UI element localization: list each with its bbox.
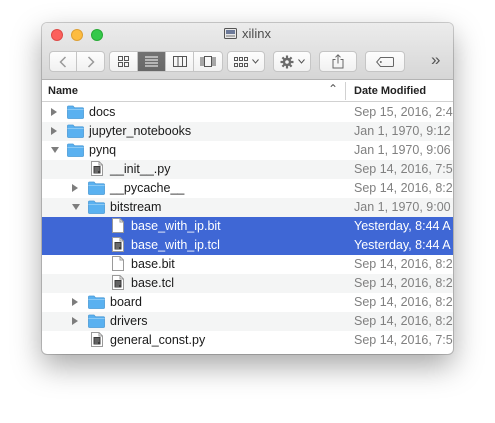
disk-icon bbox=[224, 28, 238, 39]
folder-icon bbox=[67, 124, 84, 138]
file-name: docs bbox=[89, 105, 116, 119]
file-list: docs Sep 15, 2016, 2:4 jupyter_notebooks Ja… bbox=[42, 103, 453, 350]
sort-ascending-icon[interactable]: ⌃ bbox=[328, 82, 338, 96]
toolbar-overflow-button[interactable]: » bbox=[431, 50, 440, 70]
file-row[interactable]: __pycache__ Sep 14, 2016, 8:2 bbox=[42, 179, 453, 198]
disclosure-closed-icon[interactable] bbox=[51, 127, 57, 135]
file-date-modified: Jan 1, 1970, 9:06 bbox=[354, 143, 451, 157]
file-date-modified: Yesterday, 8:44 A bbox=[354, 238, 451, 252]
icon-view-icon bbox=[118, 56, 129, 67]
file-name: __init__.py bbox=[110, 162, 171, 176]
blank-file-icon bbox=[112, 218, 124, 233]
file-date-modified: Sep 14, 2016, 7:5 bbox=[354, 333, 453, 347]
file-name: base.tcl bbox=[131, 276, 175, 290]
disclosure-closed-icon[interactable] bbox=[72, 317, 78, 325]
file-date-modified: Sep 14, 2016, 8:2 bbox=[354, 257, 453, 271]
folder-icon bbox=[67, 105, 84, 119]
file-date-modified: Sep 14, 2016, 8:2 bbox=[354, 276, 453, 290]
column-header: Name ⌃ Date Modified bbox=[42, 80, 453, 102]
folder-icon bbox=[88, 295, 105, 309]
nav-buttons bbox=[49, 51, 105, 72]
file-date-modified: Jan 1, 1970, 9:00 bbox=[354, 200, 451, 214]
folder-icon bbox=[88, 181, 105, 195]
file-name: general_const.py bbox=[110, 333, 206, 347]
file-row[interactable]: jupyter_notebooks Jan 1, 1970, 9:12 A bbox=[42, 122, 453, 141]
document-icon bbox=[112, 275, 124, 290]
file-name: drivers bbox=[110, 314, 148, 328]
view-mode-control bbox=[109, 51, 223, 72]
chevron-down-icon bbox=[297, 59, 305, 64]
disclosure-closed-icon[interactable] bbox=[72, 184, 78, 192]
action-button[interactable] bbox=[273, 51, 311, 72]
list-view-icon bbox=[145, 56, 158, 67]
file-date-modified: Sep 14, 2016, 8:2 bbox=[354, 181, 453, 195]
arrange-grid-icon bbox=[233, 56, 248, 67]
column-view-icon bbox=[172, 56, 187, 67]
icon-view-button[interactable] bbox=[110, 52, 138, 71]
document-icon bbox=[112, 237, 124, 252]
list-view-button[interactable] bbox=[138, 52, 166, 71]
share-icon bbox=[332, 54, 344, 69]
tag-icon bbox=[376, 56, 394, 67]
file-name: bitstream bbox=[110, 200, 162, 214]
blank-file-icon bbox=[112, 256, 124, 271]
disclosure-open-icon[interactable] bbox=[51, 147, 59, 153]
file-name: jupyter_notebooks bbox=[89, 124, 192, 138]
file-row[interactable]: base.tcl Sep 14, 2016, 8:2 bbox=[42, 274, 453, 293]
gear-icon bbox=[280, 55, 293, 68]
arrange-button[interactable] bbox=[227, 51, 265, 72]
file-name: base_with_ip.tcl bbox=[131, 238, 220, 252]
file-row[interactable]: drivers Sep 14, 2016, 8:2 bbox=[42, 312, 453, 331]
folder-icon bbox=[88, 314, 105, 328]
window-title: xilinx bbox=[42, 26, 453, 41]
file-row[interactable]: base.bit Sep 14, 2016, 8:2 bbox=[42, 255, 453, 274]
disclosure-open-icon[interactable] bbox=[72, 204, 80, 210]
window-title-text: xilinx bbox=[242, 26, 271, 41]
finder-window: xilinx » Name ⌃ Date Modified docs Sep 1… bbox=[42, 23, 453, 354]
chevron-right-icon bbox=[87, 55, 95, 68]
file-date-modified: Jan 1, 1970, 9:12 A bbox=[354, 124, 453, 138]
file-row[interactable]: base_with_ip.bit Yesterday, 8:44 A bbox=[42, 217, 453, 236]
chevron-left-icon bbox=[59, 55, 67, 68]
file-name: board bbox=[110, 295, 142, 309]
file-row[interactable]: docs Sep 15, 2016, 2:4 bbox=[42, 103, 453, 122]
chevron-down-icon bbox=[251, 59, 259, 64]
file-row[interactable]: general_const.py Sep 14, 2016, 7:5 bbox=[42, 331, 453, 350]
file-name: __pycache__ bbox=[110, 181, 185, 195]
column-view-button[interactable] bbox=[166, 52, 194, 71]
tags-button[interactable] bbox=[365, 51, 405, 72]
document-icon bbox=[91, 332, 103, 347]
column-name-header[interactable]: Name bbox=[48, 85, 78, 97]
column-divider[interactable] bbox=[345, 82, 346, 100]
file-row[interactable]: board Sep 14, 2016, 8:2 bbox=[42, 293, 453, 312]
cover-flow-icon bbox=[200, 56, 216, 67]
disclosure-closed-icon[interactable] bbox=[51, 108, 57, 116]
file-row[interactable]: pynq Jan 1, 1970, 9:06 bbox=[42, 141, 453, 160]
file-row[interactable]: bitstream Jan 1, 1970, 9:00 bbox=[42, 198, 453, 217]
file-row[interactable]: __init__.py Sep 14, 2016, 7:5 bbox=[42, 160, 453, 179]
file-name: pynq bbox=[89, 143, 117, 157]
file-name: base.bit bbox=[131, 257, 175, 271]
forward-button[interactable] bbox=[77, 52, 104, 71]
column-date-modified-header[interactable]: Date Modified bbox=[354, 85, 426, 97]
title-bar: xilinx » bbox=[42, 23, 453, 80]
document-icon bbox=[91, 161, 103, 176]
file-date-modified: Sep 14, 2016, 8:2 bbox=[354, 295, 453, 309]
folder-icon bbox=[88, 200, 105, 214]
file-date-modified: Sep 14, 2016, 8:2 bbox=[354, 314, 453, 328]
back-button[interactable] bbox=[50, 52, 77, 71]
share-button[interactable] bbox=[319, 51, 357, 72]
file-name: base_with_ip.bit bbox=[131, 219, 221, 233]
file-date-modified: Yesterday, 8:44 A bbox=[354, 219, 451, 233]
cover-flow-button[interactable] bbox=[194, 52, 222, 71]
folder-icon bbox=[67, 143, 84, 157]
file-row[interactable]: base_with_ip.tcl Yesterday, 8:44 A bbox=[42, 236, 453, 255]
file-date-modified: Sep 14, 2016, 7:5 bbox=[354, 162, 453, 176]
file-date-modified: Sep 15, 2016, 2:4 bbox=[354, 105, 453, 119]
disclosure-closed-icon[interactable] bbox=[72, 298, 78, 306]
